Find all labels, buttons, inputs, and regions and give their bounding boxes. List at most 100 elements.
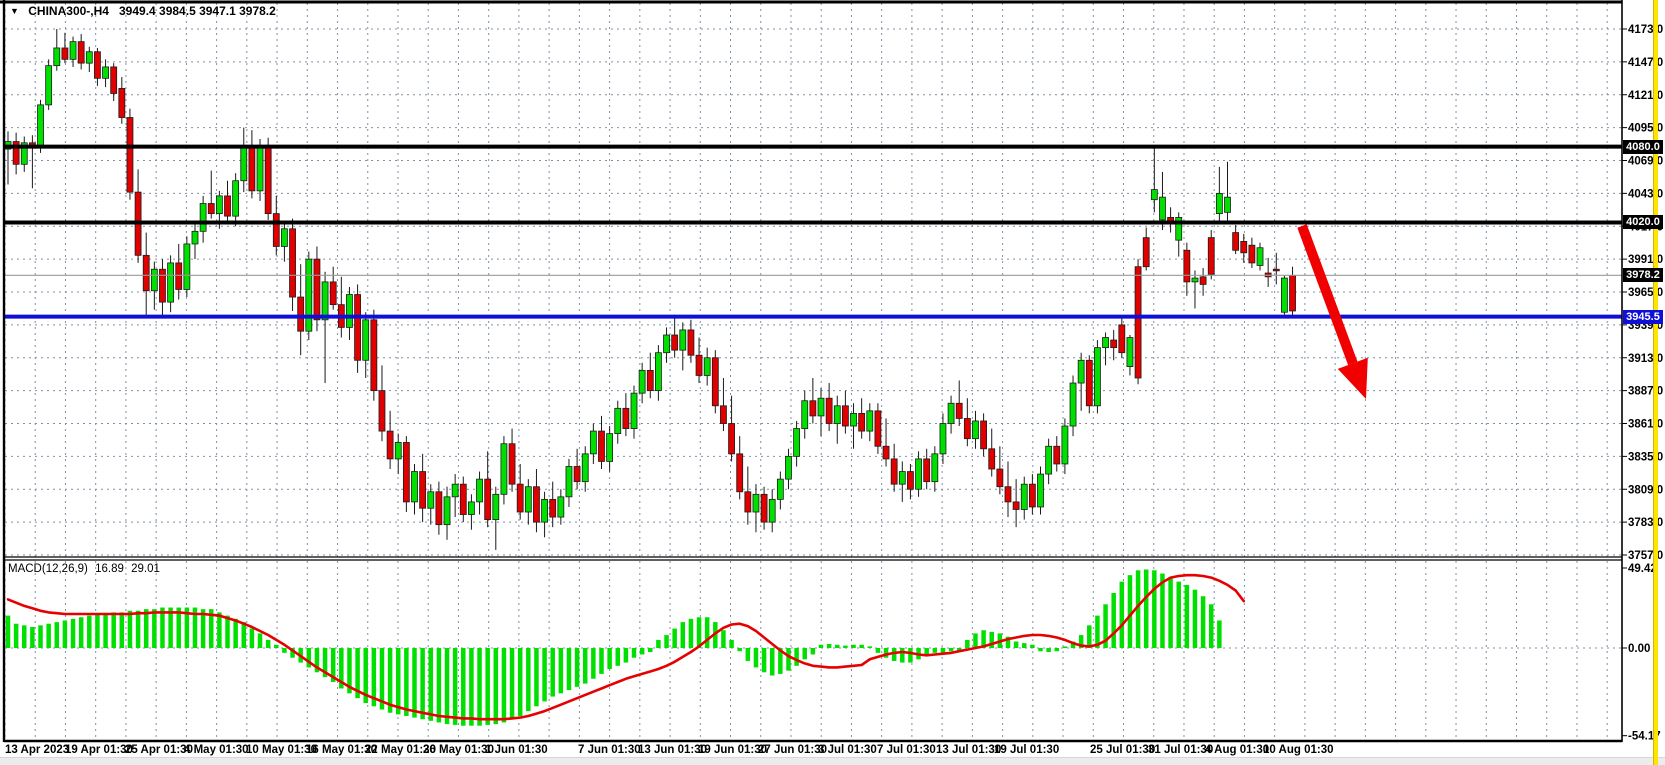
candle [590,424,596,464]
macd-bar [429,648,434,721]
time-axis-label: 3 Jul 01:30 [818,744,877,756]
candle-body-bull [1078,360,1084,383]
time-axis-label: 4 May 01:30 [184,744,249,756]
time-axis-label: 7 Jun 01:30 [578,744,641,756]
candle [290,219,296,311]
candle-body-bull [1094,348,1100,406]
macd-bar [746,648,751,661]
candle [1143,228,1149,271]
price-label-support-blue: 3945.5 [1623,310,1663,324]
candle-body-bull [200,203,206,231]
candle [468,494,474,529]
candle [273,196,279,255]
candle-body-bear [330,282,336,305]
candle-body-bull [54,48,60,66]
candle [387,411,393,469]
macd-bar [802,648,807,659]
candle [533,469,539,532]
candle [639,363,645,403]
candle-body-bear [891,459,897,484]
candle-body-bear [729,424,735,454]
candle-body-bull [639,370,645,393]
macd-bar [502,648,507,722]
candle-body-bear [1054,446,1060,464]
macd-bar [681,622,686,648]
candle [86,47,92,72]
macd-bar [559,648,564,693]
candle [525,479,531,525]
candle [477,472,483,515]
time-axis[interactable]: 13 Apr 202319 Apr 01:3025 Apr 01:304 May… [5,744,1334,756]
candle [1216,167,1222,224]
macd-bar [1087,625,1092,648]
candle [582,446,588,492]
candle-body-bull [184,244,190,290]
candle-body-bull [168,263,174,302]
candle [924,449,930,489]
scroll-accent-line [1653,0,1658,765]
candle [964,398,970,446]
candle [972,411,978,449]
candle [664,327,670,362]
candle [818,388,824,436]
candle-body-bear [62,48,68,59]
candle-body-bear [78,42,84,63]
candle-body-bull [1021,484,1027,509]
macd-bar [396,648,401,714]
chart-canvas[interactable]: 4173.04147.04121.04095.04069.04043.04017… [0,0,1665,765]
macd-bar [1185,585,1190,648]
candle-body-bull [412,472,418,502]
macd-bar [282,648,287,653]
candle-body-bear [712,358,718,406]
candle-body-bear [314,259,320,320]
macd-bar [851,645,856,648]
candle-body-bull [1103,338,1109,348]
candle-body-bull [582,454,588,482]
macd-bar [1111,593,1116,648]
candle-body-bull [769,499,775,522]
candle-body-bull [444,497,450,525]
candle [176,244,182,300]
macd-bar [868,646,873,648]
candle [956,381,962,427]
candle-body-bear [1249,245,1255,263]
candle [493,487,499,550]
candle-body-bear [460,484,466,514]
candle-body-bear [1029,484,1035,507]
chart-title-bar: ▼ CHINA300-,H4 3949.4 3984.5 3947.1 3978… [10,4,276,18]
candle [558,489,564,524]
macd-bar [1201,596,1206,648]
macd-bar [876,648,881,653]
candle [346,287,352,340]
macd-bar [900,648,905,663]
candle [810,378,816,424]
macd-bar [664,635,669,648]
candle [891,444,897,492]
macd-bar [697,617,702,648]
macd-bar [794,648,799,666]
candle-body-bull [899,472,905,485]
macd-bar [233,619,238,648]
candle-body-bear [509,444,515,484]
candle [1111,330,1117,360]
candle-body-bear [826,398,832,423]
macd-bar [55,622,60,648]
level-lines-layer[interactable] [5,147,1622,317]
candle [306,252,312,341]
macd-bar [136,611,141,648]
candle-body-bear [574,466,580,481]
symbol-dropdown-icon[interactable]: ▼ [10,6,19,16]
arrow-annotation[interactable] [1302,226,1368,399]
candle-body-bear [290,229,296,297]
candle [1241,234,1247,263]
candle-body-bear [387,431,393,459]
candle-body-bull [241,148,247,181]
candle [623,393,629,436]
macd-bar [689,619,694,648]
candle [338,277,344,338]
candle-body-bull [794,429,800,457]
macd-bar [949,648,954,651]
candle-body-bull [1216,193,1222,213]
candle-body-bear [989,449,995,469]
time-axis-label: 25 Apr 01:30 [125,744,193,756]
